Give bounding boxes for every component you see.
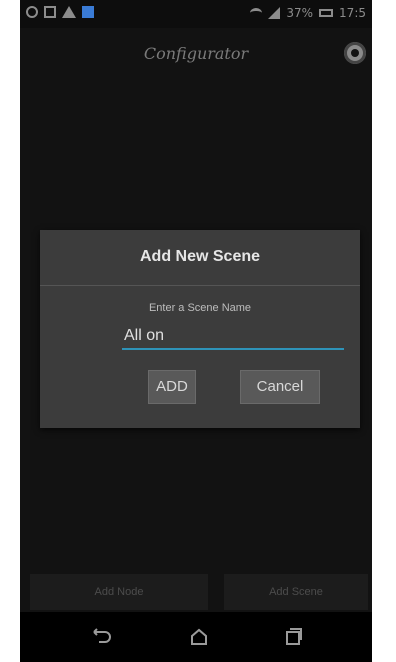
app-notification-icon [82, 6, 94, 18]
dialog-header: Add New Scene [40, 230, 360, 286]
warning-icon [62, 6, 76, 18]
notification-icon [44, 6, 56, 18]
wifi-icon [250, 8, 263, 18]
home-icon[interactable] [188, 626, 210, 648]
app-bar: Configurator [20, 28, 372, 84]
dialog-title: Add New Scene [139, 248, 261, 265]
add-scene-dialog: Add New Scene Enter a Scene Name ADD Can… [40, 230, 360, 428]
gear-icon[interactable] [344, 42, 366, 64]
recent-apps-icon[interactable] [282, 626, 304, 648]
add-button[interactable]: ADD [148, 370, 196, 404]
status-left-icons [26, 6, 94, 18]
back-icon[interactable] [90, 626, 112, 648]
do-not-disturb-icon [26, 6, 38, 18]
cancel-button[interactable]: Cancel [240, 370, 320, 404]
status-bar: 37% 17:5 [20, 0, 372, 28]
battery-percent: 37% [286, 6, 314, 20]
app-title: Configurator [143, 44, 249, 63]
scene-name-input[interactable] [122, 324, 344, 350]
add-node-button[interactable]: Add Node [30, 574, 208, 610]
battery-icon [319, 9, 334, 17]
bottom-action-bar: Add Node Add Scene [20, 574, 372, 610]
add-scene-button[interactable]: Add Scene [224, 574, 368, 610]
status-time: 17:5 [339, 6, 366, 20]
scene-name-prompt: Enter a Scene Name [148, 302, 252, 314]
navigation-bar [20, 612, 372, 662]
signal-icon [268, 7, 281, 19]
status-right-icons: 37% 17:5 [250, 6, 366, 20]
phone-screen: 37% 17:5 Configurator Add New Scene Ente… [20, 0, 372, 662]
